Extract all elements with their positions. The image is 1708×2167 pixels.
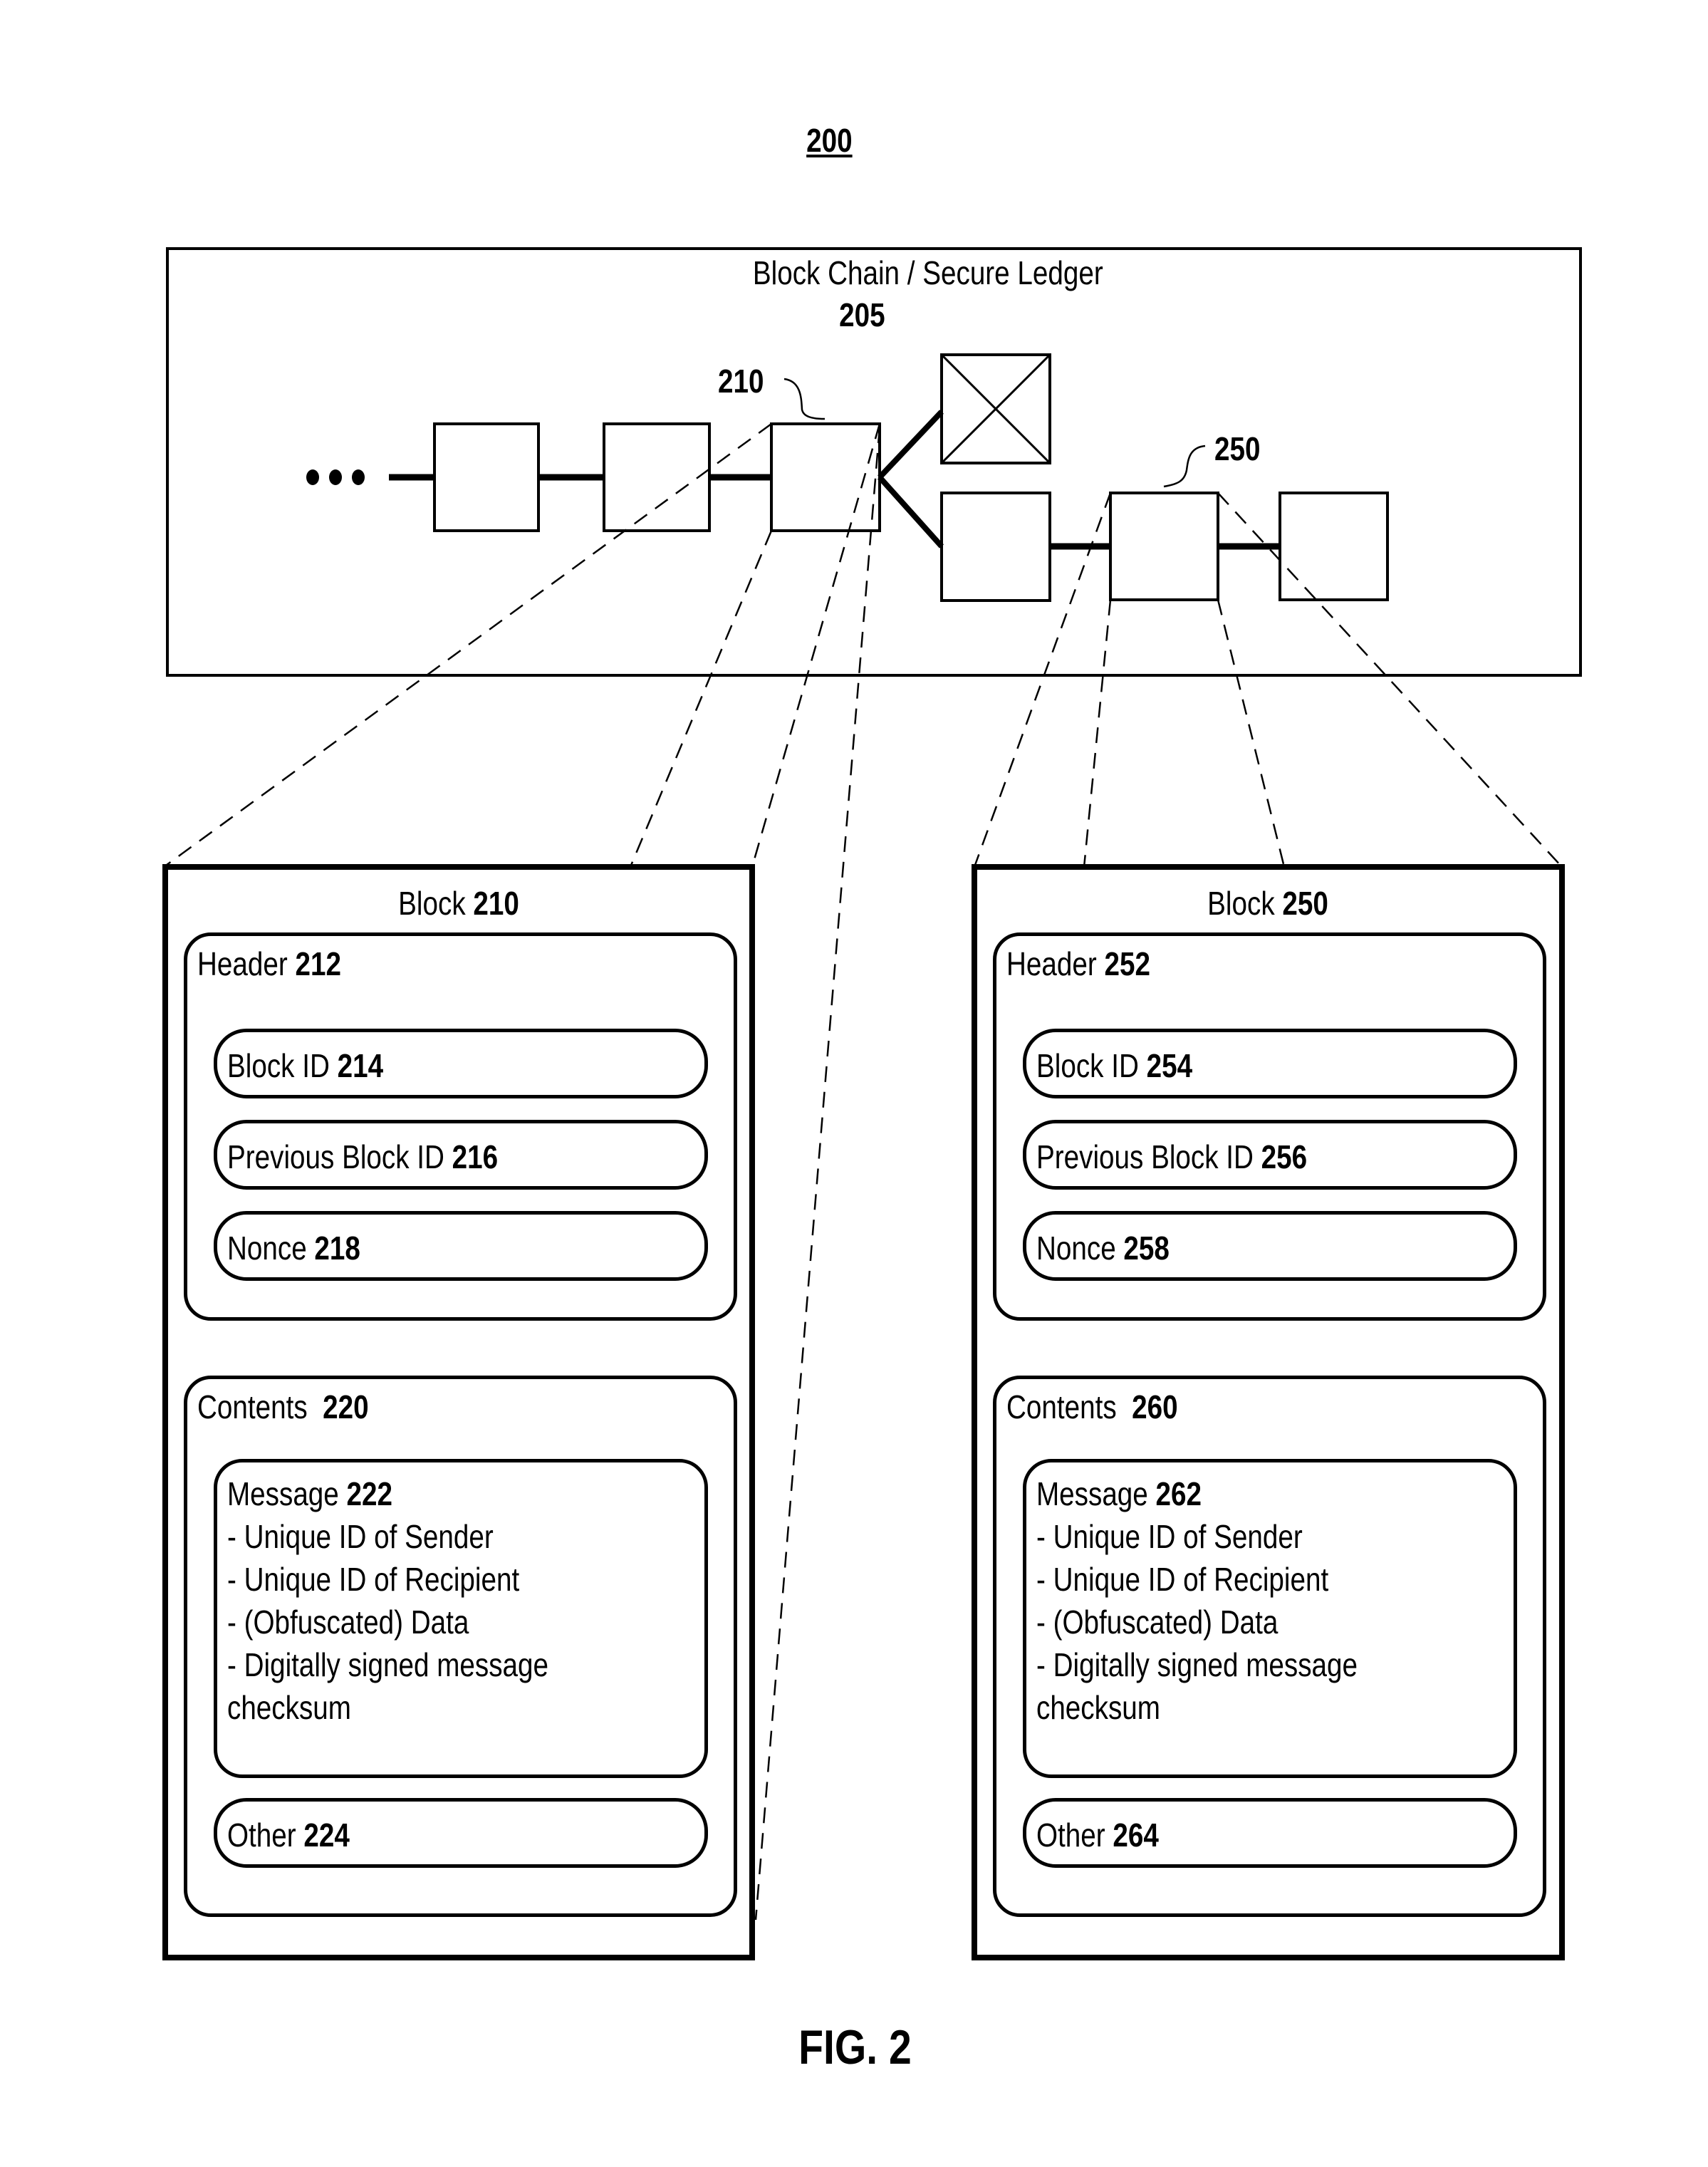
fork-link-main — [878, 475, 944, 549]
figure-number: 200 — [806, 122, 853, 159]
block-title: Block 210 — [398, 885, 519, 922]
chain-label-250: 250 — [1214, 430, 1261, 467]
message-line: - Unique ID of Sender — [227, 1518, 494, 1555]
block-title: Block 250 — [1207, 885, 1329, 922]
message-box: Message 262 - Unique ID of Sender - Uniq… — [1023, 1459, 1517, 1778]
field-block-id: Block ID 254 — [1023, 1029, 1517, 1098]
field-previous-block-id: Previous Block ID 216 — [214, 1120, 708, 1190]
chain-block — [1279, 492, 1389, 601]
leader-line-250 — [1163, 445, 1206, 488]
chain-block-250 — [1109, 492, 1219, 601]
header-label: Header 212 — [197, 945, 341, 982]
message-line: - Digitally signed message — [227, 1646, 549, 1683]
other-box: Other 224 — [214, 1798, 708, 1868]
leader-line-210 — [783, 378, 826, 420]
message-line: checksum — [1036, 1689, 1160, 1726]
chain-block — [433, 422, 540, 532]
other-box: Other 264 — [1023, 1798, 1517, 1868]
header-section: Header 252 Block ID 254 Previous Block I… — [993, 932, 1546, 1321]
chain-label-210: 210 — [718, 363, 764, 400]
contents-label: Contents 260 — [1006, 1388, 1178, 1425]
message-line: - Unique ID of Recipient — [1036, 1561, 1329, 1598]
message-label: Message 262 — [1036, 1475, 1202, 1512]
field-block-id: Block ID 214 — [214, 1029, 708, 1098]
message-label: Message 222 — [227, 1475, 392, 1512]
chain-ellipsis-icon — [306, 469, 365, 485]
header-section: Header 212 Block ID 214 Previous Block I… — [184, 932, 737, 1321]
detail-block-250: Block 250 Header 252 Block ID 254 Previo… — [972, 864, 1565, 1960]
contents-label: Contents 220 — [197, 1388, 369, 1425]
fork-link-orphan — [878, 410, 944, 479]
contents-section: Contents 220 Message 222 - Unique ID of … — [184, 1376, 737, 1917]
ledger-ref: 205 — [838, 296, 885, 333]
field-previous-block-id: Previous Block ID 256 — [1023, 1120, 1517, 1190]
field-nonce: Nonce 218 — [214, 1211, 708, 1281]
message-line: checksum — [227, 1689, 351, 1726]
orphaned-block-x-icon — [940, 353, 1051, 464]
message-line: - Unique ID of Recipient — [227, 1561, 520, 1598]
contents-section: Contents 260 Message 262 - Unique ID of … — [993, 1376, 1546, 1917]
message-line: - Unique ID of Sender — [1036, 1518, 1303, 1555]
message-line: - (Obfuscated) Data — [1036, 1604, 1279, 1641]
message-line: - (Obfuscated) Data — [227, 1604, 469, 1641]
chain-block — [940, 492, 1051, 602]
message-box: Message 222 - Unique ID of Sender - Uniq… — [214, 1459, 708, 1778]
chain-block — [603, 422, 711, 532]
figure-caption: FIG. 2 — [798, 2020, 912, 2074]
message-line: - Digitally signed message — [1036, 1646, 1358, 1683]
detail-block-210: Block 210 Header 212 Block ID 214 Previo… — [162, 864, 755, 1960]
ledger-title: Block Chain / Secure Ledger — [752, 254, 1103, 291]
field-nonce: Nonce 258 — [1023, 1211, 1517, 1281]
header-label: Header 252 — [1006, 945, 1150, 982]
